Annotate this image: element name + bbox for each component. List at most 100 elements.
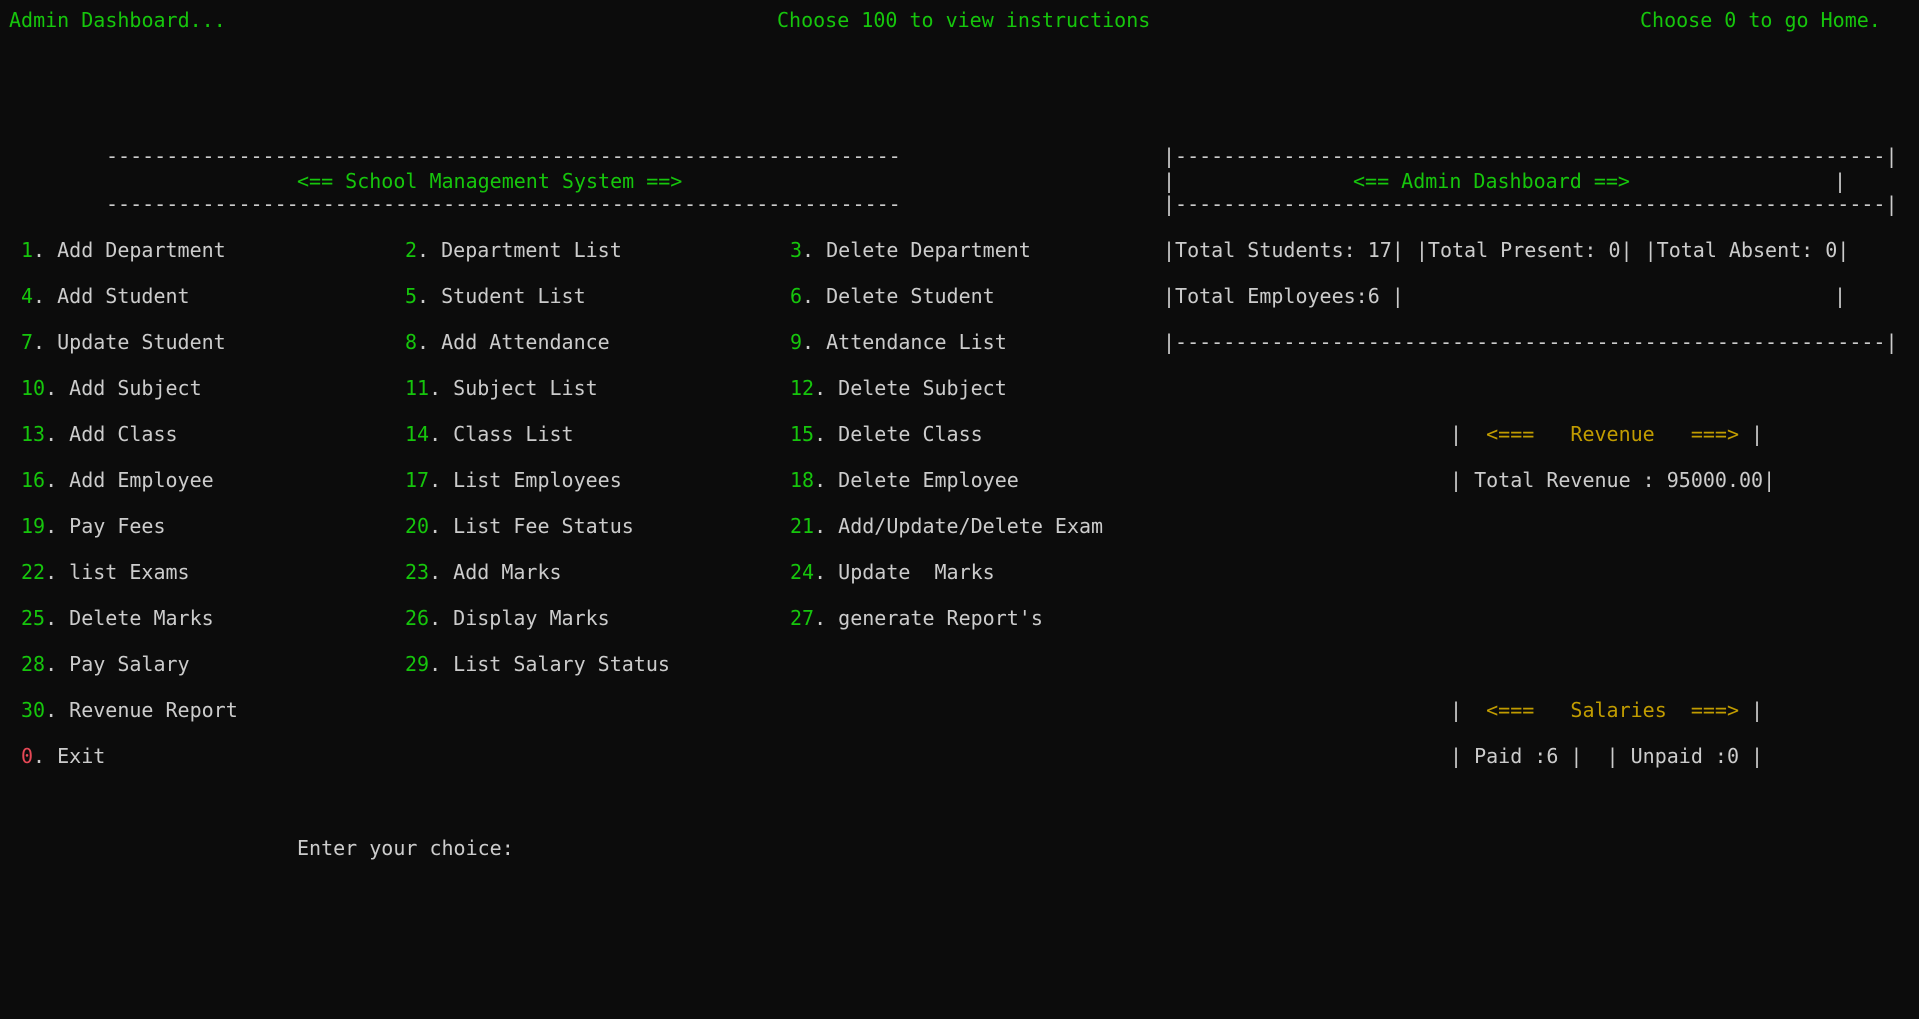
menu-number: 17 [405, 468, 430, 492]
menu-item-add-update-delete-exam: 21. Add/Update/Delete Exam [790, 514, 1103, 538]
admin-employees-border-right: | [1834, 284, 1847, 308]
menu-number: 16 [21, 468, 46, 492]
menu-label: . Add Student [33, 284, 190, 308]
menu-number: 20 [405, 514, 430, 538]
admin-box-title: <== Admin Dashboard ==> [1353, 169, 1630, 193]
menu-number: 11 [405, 376, 430, 400]
revenue-total: | Total Revenue : 95000.00| [1450, 468, 1776, 492]
menu-item-delete-student: 6. Delete Student [790, 284, 995, 308]
menu-item-student-list: 5. Student List [405, 284, 586, 308]
school-box-rule-top: ----------------------------------------… [106, 144, 901, 168]
menu-label: . generate Report's [814, 606, 1043, 630]
menu-label: . Delete Student [802, 284, 995, 308]
menu-item-generate-reports: 27. generate Report's [790, 606, 1043, 630]
menu-number: 29 [405, 652, 430, 676]
menu-item-add-department: 1. Add Department [21, 238, 226, 262]
menu-number: 5 [405, 284, 418, 308]
menu-item-add-student: 4. Add Student [21, 284, 190, 308]
menu-label: . List Fee Status [429, 514, 634, 538]
menu-label: . List Employees [429, 468, 622, 492]
menu-item-delete-marks: 25. Delete Marks [21, 606, 214, 630]
admin-box-rule-bottom: |---------------------------------------… [1163, 330, 1898, 354]
revenue-border-right: | [1739, 422, 1764, 446]
menu-item-attendance-list: 9. Attendance List [790, 330, 1007, 354]
menu-label: . Add Employee [45, 468, 214, 492]
menu-number: 22 [21, 560, 46, 584]
menu-number: 18 [790, 468, 815, 492]
menu-label: . Revenue Report [45, 698, 238, 722]
menu-number: 30 [21, 698, 46, 722]
menu-number: 7 [21, 330, 34, 354]
menu-number: 6 [790, 284, 803, 308]
salaries-border-right: | [1739, 698, 1764, 722]
menu-number: 13 [21, 422, 46, 446]
menu-number: 2 [405, 238, 418, 262]
menu-number: 25 [21, 606, 46, 630]
menu-item-class-list: 14. Class List [405, 422, 574, 446]
menu-label: . Update Marks [814, 560, 995, 584]
menu-item-department-list: 2. Department List [405, 238, 622, 262]
menu-number: 26 [405, 606, 430, 630]
admin-box-rule-mid: |---------------------------------------… [1163, 192, 1898, 216]
menu-item-add-employee: 16. Add Employee [21, 468, 214, 492]
menu-item-add-class: 13. Add Class [21, 422, 178, 446]
admin-box-border-right: | [1834, 169, 1847, 193]
menu-label: . Add Class [45, 422, 178, 446]
menu-label: . Delete Subject [814, 376, 1007, 400]
menu-label: . Delete Employee [814, 468, 1019, 492]
menu-item-list-exams: 22. list Exams [21, 560, 190, 584]
menu-number: 12 [790, 376, 815, 400]
revenue-border-left: | [1450, 422, 1475, 446]
menu-number: 9 [790, 330, 803, 354]
salaries-header: | <=== Salaries ===> | [1450, 698, 1763, 722]
menu-label: . Delete Marks [45, 606, 214, 630]
menu-label: . Attendance List [802, 330, 1007, 354]
menu-item-add-attendance: 8. Add Attendance [405, 330, 610, 354]
menu-number: 24 [790, 560, 815, 584]
salaries-title: <=== Salaries ===> [1474, 698, 1739, 722]
menu-label: . Display Marks [429, 606, 610, 630]
admin-box-border-left: | [1163, 169, 1176, 193]
menu-item-add-subject: 10. Add Subject [21, 376, 202, 400]
menu-label: . Pay Fees [45, 514, 166, 538]
menu-label: . Department List [417, 238, 622, 262]
menu-item-update-student: 7. Update Student [21, 330, 226, 354]
menu-number: 19 [21, 514, 46, 538]
menu-label: . Delete Class [814, 422, 983, 446]
menu-label: . List Salary Status [429, 652, 670, 676]
menu-item-list-fee-status: 20. List Fee Status [405, 514, 634, 538]
school-box-rule-bottom: ----------------------------------------… [106, 192, 901, 216]
menu-item-delete-department: 3. Delete Department [790, 238, 1031, 262]
menu-label: . Update Student [33, 330, 226, 354]
menu-item-delete-subject: 12. Delete Subject [790, 376, 1007, 400]
revenue-title: <=== Revenue ===> [1474, 422, 1739, 446]
menu-label: . Add Attendance [417, 330, 610, 354]
menu-number: 8 [405, 330, 418, 354]
choice-prompt[interactable]: Enter your choice: [297, 836, 514, 860]
menu-number: 3 [790, 238, 803, 262]
menu-item-delete-class: 15. Delete Class [790, 422, 983, 446]
menu-label: . Add Subject [45, 376, 202, 400]
menu-item-exit: 0. Exit [21, 744, 105, 768]
menu-item-list-employees: 17. List Employees [405, 468, 622, 492]
menu-number: 10 [21, 376, 46, 400]
menu-number: 14 [405, 422, 430, 446]
menu-label: . Exit [33, 744, 106, 768]
menu-number: 4 [21, 284, 34, 308]
menu-item-delete-employee: 18. Delete Employee [790, 468, 1019, 492]
menu-number: 28 [21, 652, 46, 676]
header-home-hint: Choose 0 to go Home. [1640, 8, 1881, 32]
header-instructions: Choose 100 to view instructions [777, 8, 1151, 32]
menu-item-add-marks: 23. Add Marks [405, 560, 562, 584]
admin-stats-line: |Total Students: 17| |Total Present: 0| … [1163, 238, 1850, 262]
menu-label: . Pay Salary [45, 652, 190, 676]
admin-box-rule-top: |---------------------------------------… [1163, 144, 1898, 168]
menu-label: . Subject List [429, 376, 598, 400]
menu-label: . list Exams [45, 560, 190, 584]
menu-item-list-salary-status: 29. List Salary Status [405, 652, 670, 676]
menu-number: 15 [790, 422, 815, 446]
salaries-border-left: | [1450, 698, 1475, 722]
menu-label: . Add/Update/Delete Exam [814, 514, 1104, 538]
menu-label: . Student List [417, 284, 586, 308]
revenue-header: | <=== Revenue ===> | [1450, 422, 1763, 446]
